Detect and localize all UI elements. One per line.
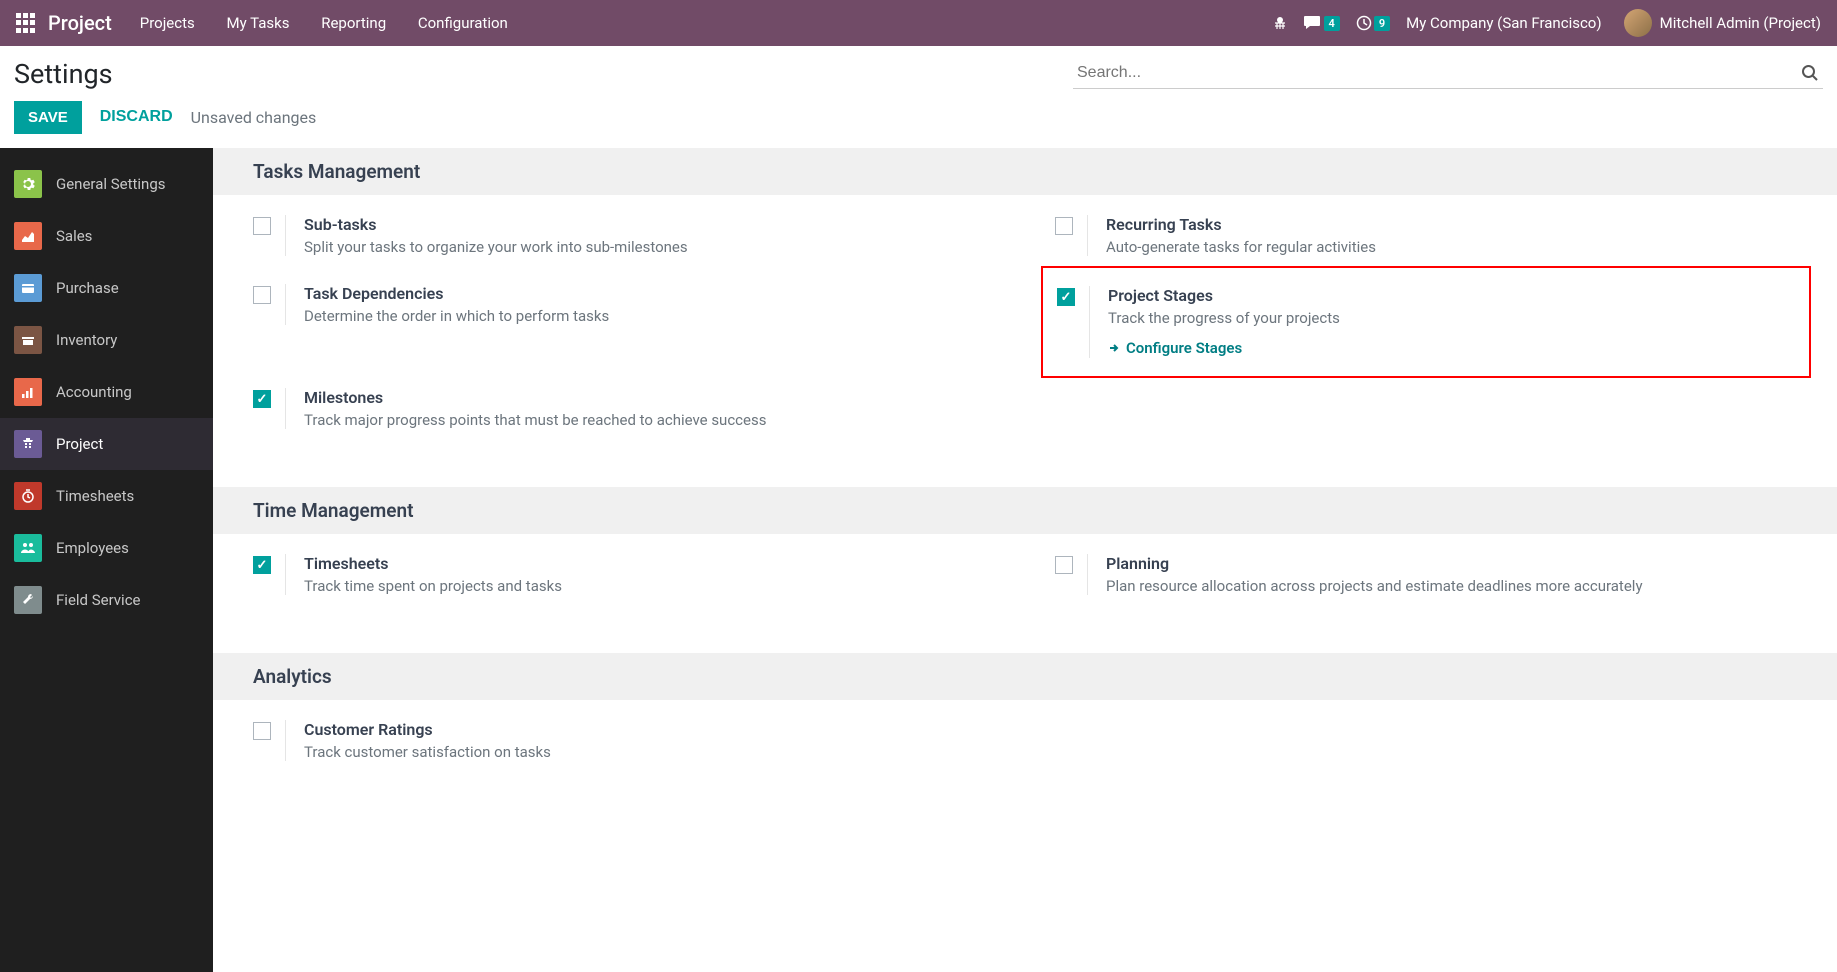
sidebar-icon <box>14 222 42 250</box>
section-head-tasks-management: Tasks Management <box>213 148 1837 195</box>
setting-title: Timesheets <box>304 554 562 573</box>
setting-customer-ratings: Customer Ratings Track customer satisfac… <box>253 720 995 761</box>
setting-title: Project Stages <box>1108 286 1340 305</box>
setting-project-stages: Project Stages Track the progress of you… <box>1041 266 1811 378</box>
page-title: Settings <box>14 58 113 90</box>
sidebar-label: Purchase <box>56 279 119 297</box>
sidebar-icon <box>14 274 42 302</box>
unsaved-label: Unsaved changes <box>191 108 317 127</box>
settings-content: Tasks Management Sub-tasks Split your ta… <box>213 148 1837 972</box>
section-head-time-management: Time Management <box>213 487 1837 534</box>
sidebar-icon <box>14 326 42 354</box>
activities-icon[interactable]: 9 <box>1356 15 1390 31</box>
sidebar-label: Sales <box>56 227 92 245</box>
menu-my-tasks[interactable]: My Tasks <box>227 14 290 32</box>
checkbox-project-stages[interactable] <box>1057 288 1075 306</box>
sidebar-label: Field Service <box>56 591 141 609</box>
configure-stages-link[interactable]: Configure Stages <box>1108 339 1242 357</box>
messages-badge: 4 <box>1324 16 1340 31</box>
sidebar-icon <box>14 170 42 198</box>
checkbox-planning[interactable] <box>1055 556 1073 574</box>
menu-reporting[interactable]: Reporting <box>321 14 386 32</box>
setting-milestones: Milestones Track major progress points t… <box>253 388 995 429</box>
sidebar-item-field-service[interactable]: Field Service <box>0 574 213 626</box>
save-button[interactable]: SAVE <box>14 101 82 134</box>
setting-title: Recurring Tasks <box>1106 215 1376 234</box>
menu-projects[interactable]: Projects <box>140 14 195 32</box>
menu-configuration[interactable]: Configuration <box>418 14 508 32</box>
checkbox-task-dependencies[interactable] <box>253 286 271 304</box>
sidebar-label: Accounting <box>56 383 132 401</box>
user-menu[interactable]: Mitchell Admin (Project) <box>1660 14 1821 32</box>
setting-desc: Split your tasks to organize your work i… <box>304 238 688 256</box>
avatar[interactable] <box>1624 9 1652 37</box>
topnav-right: 4 9 My Company (San Francisco) Mitchell … <box>1272 9 1821 37</box>
action-bar: SAVE DISCARD Unsaved changes <box>0 90 1837 148</box>
sidebar-item-general-settings[interactable]: General Settings <box>0 158 213 210</box>
setting-task-dependencies: Task Dependencies Determine the order in… <box>253 284 995 325</box>
section-body: Sub-tasks Split your tasks to organize y… <box>213 195 1837 487</box>
sidebar-icon <box>14 586 42 614</box>
sidebar-label: Employees <box>56 539 129 557</box>
sidebar-label: Timesheets <box>56 487 134 505</box>
sidebar-item-inventory[interactable]: Inventory <box>0 314 213 366</box>
discard-button[interactable]: DISCARD <box>96 100 177 134</box>
section-body: Customer Ratings Track customer satisfac… <box>213 700 1837 819</box>
setting-planning: Planning Plan resource allocation across… <box>1055 554 1797 595</box>
sidebar-item-project[interactable]: Project <box>0 418 213 470</box>
sidebar-label: Project <box>56 435 103 453</box>
settings-sidebar: General Settings Sales Purchase Inventory Ac… <box>0 148 213 972</box>
apps-icon[interactable] <box>16 13 36 33</box>
sidebar-item-timesheets[interactable]: Timesheets <box>0 470 213 522</box>
setting-desc: Track major progress points that must be… <box>304 411 766 429</box>
checkbox-milestones[interactable] <box>253 390 271 408</box>
setting-desc: Plan resource allocation across projects… <box>1106 577 1643 595</box>
setting-title: Milestones <box>304 388 766 407</box>
debug-icon[interactable] <box>1272 15 1288 31</box>
checkbox-timesheets[interactable] <box>253 556 271 574</box>
setting-title: Planning <box>1106 554 1643 573</box>
company-switcher[interactable]: My Company (San Francisco) <box>1406 14 1601 32</box>
sidebar-icon <box>14 378 42 406</box>
setting-recurring-tasks: Recurring Tasks Auto-generate tasks for … <box>1055 215 1797 256</box>
sidebar-item-purchase[interactable]: Purchase <box>0 262 213 314</box>
setting-title: Sub-tasks <box>304 215 688 234</box>
topnav-menu: Projects My Tasks Reporting Configuratio… <box>140 14 536 32</box>
setting-title: Customer Ratings <box>304 720 551 739</box>
checkbox-customer-ratings[interactable] <box>253 722 271 740</box>
setting-sub-tasks: Sub-tasks Split your tasks to organize y… <box>253 215 995 256</box>
sidebar-item-sales[interactable]: Sales <box>0 210 213 262</box>
search-input[interactable] <box>1077 64 1801 82</box>
setting-desc: Auto-generate tasks for regular activiti… <box>1106 238 1376 256</box>
setting-desc: Determine the order in which to perform … <box>304 307 609 325</box>
sidebar-icon <box>14 534 42 562</box>
checkbox-sub-tasks[interactable] <box>253 217 271 235</box>
search-wrap <box>1073 58 1823 89</box>
search-icon[interactable] <box>1801 64 1819 82</box>
messages-icon[interactable]: 4 <box>1304 15 1340 31</box>
brand[interactable]: Project <box>48 11 112 35</box>
section-head-analytics: Analytics <box>213 653 1837 700</box>
sidebar-icon <box>14 482 42 510</box>
topnav: Project Projects My Tasks Reporting Conf… <box>0 0 1837 46</box>
sidebar-icon <box>14 430 42 458</box>
setting-desc: Track the progress of your projects <box>1108 309 1340 327</box>
setting-timesheets: Timesheets Track time spent on projects … <box>253 554 995 595</box>
section-body: Timesheets Track time spent on projects … <box>213 534 1837 653</box>
sidebar-item-accounting[interactable]: Accounting <box>0 366 213 418</box>
setting-desc: Track customer satisfaction on tasks <box>304 743 551 761</box>
setting-desc: Track time spent on projects and tasks <box>304 577 562 595</box>
subheader: Settings <box>0 46 1837 90</box>
activities-badge: 9 <box>1374 16 1390 31</box>
setting-title: Task Dependencies <box>304 284 609 303</box>
checkbox-recurring-tasks[interactable] <box>1055 217 1073 235</box>
sidebar-item-employees[interactable]: Employees <box>0 522 213 574</box>
sidebar-label: General Settings <box>56 175 166 193</box>
sidebar-label: Inventory <box>56 331 117 349</box>
